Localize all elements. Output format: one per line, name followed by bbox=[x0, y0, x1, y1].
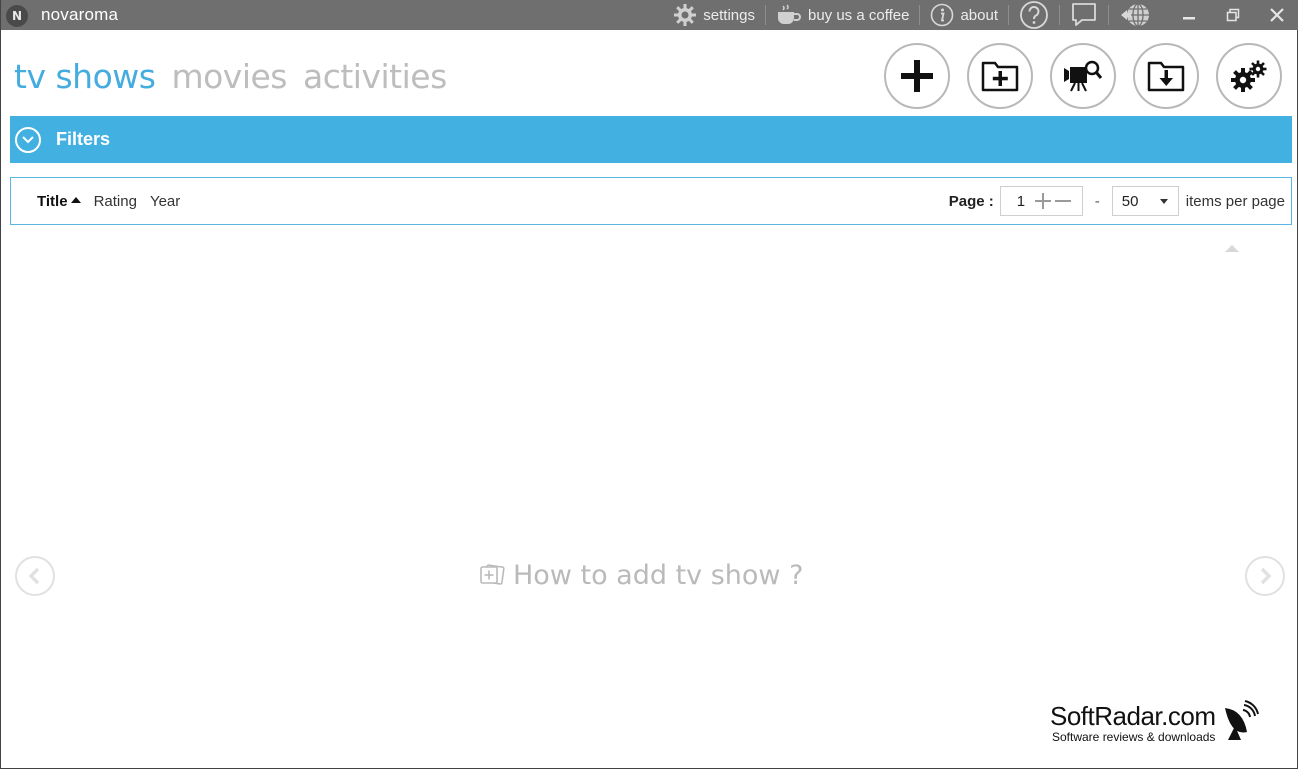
sort-rating-label: Rating bbox=[93, 192, 137, 210]
paging-separator: - bbox=[1094, 192, 1100, 210]
sort-title-label: Title bbox=[37, 192, 68, 210]
next-page-button[interactable] bbox=[1033, 187, 1053, 215]
minimize-button[interactable] bbox=[1167, 0, 1211, 30]
sort-by-title[interactable]: Title bbox=[37, 193, 81, 210]
main-nav: tv shows movies activities bbox=[14, 57, 447, 96]
add-button[interactable] bbox=[884, 43, 950, 109]
close-button[interactable] bbox=[1255, 0, 1298, 30]
items-per-page-select[interactable]: 50 bbox=[1111, 186, 1179, 216]
divider bbox=[1059, 5, 1060, 25]
watermark-name: SoftRadar.com bbox=[1050, 701, 1216, 731]
video-search-button[interactable] bbox=[1050, 43, 1116, 109]
how-to-add-label: How to add tv show ? bbox=[513, 560, 804, 591]
download-folder-icon bbox=[1147, 61, 1185, 92]
watermark: SoftRadar.com Software reviews & downloa… bbox=[1050, 700, 1260, 744]
filters-label: Filters bbox=[56, 129, 111, 149]
speech-bubble-icon bbox=[1072, 3, 1096, 26]
add-folder-button[interactable] bbox=[967, 43, 1033, 109]
add-media-icon bbox=[480, 563, 505, 585]
items-per-page-label: items per page bbox=[1185, 192, 1285, 210]
sort-year-label: Year bbox=[149, 192, 181, 210]
previous-page-button[interactable] bbox=[1053, 187, 1073, 215]
gears-icon bbox=[1231, 60, 1267, 92]
divider bbox=[1008, 5, 1009, 25]
toolbar bbox=[884, 43, 1282, 109]
sort-by-year[interactable]: Year bbox=[150, 193, 180, 210]
info-icon bbox=[931, 3, 954, 27]
minus-icon bbox=[1054, 200, 1071, 202]
title-actions: settings buy us a coffee about bbox=[673, 0, 1298, 30]
divider bbox=[764, 5, 766, 25]
coffee-cup-icon bbox=[777, 4, 801, 24]
restore-button[interactable] bbox=[1211, 0, 1255, 30]
about-link[interactable]: about bbox=[930, 3, 998, 27]
video-search-icon bbox=[1064, 60, 1103, 92]
page-stepper[interactable]: 1 bbox=[999, 186, 1083, 216]
how-to-add-link[interactable]: How to add tv show ? bbox=[479, 560, 803, 591]
filters-toggle[interactable]: Filters bbox=[10, 116, 1292, 163]
caret-down-icon bbox=[1159, 198, 1168, 204]
settings-label: settings bbox=[703, 6, 755, 24]
close-icon bbox=[1270, 8, 1284, 22]
nav-movies[interactable]: movies bbox=[171, 57, 287, 96]
add-folder-icon bbox=[981, 61, 1019, 92]
nav-tv-shows[interactable]: tv shows bbox=[14, 57, 156, 96]
satellite-dish-icon bbox=[1225, 700, 1260, 740]
chevron-down-icon bbox=[15, 126, 41, 153]
gear-icon bbox=[674, 4, 697, 26]
language-button[interactable] bbox=[1119, 1, 1153, 29]
title-bar[interactable]: N novaroma settings buy us a coffee abou… bbox=[1, 0, 1298, 30]
paging-controls: Page : 1 - 50 items per page bbox=[949, 178, 1285, 224]
globe-icon bbox=[1121, 3, 1149, 27]
settings-link[interactable]: settings bbox=[673, 3, 755, 27]
divider bbox=[1108, 5, 1109, 25]
buy-coffee-link[interactable]: buy us a coffee bbox=[776, 4, 909, 26]
items-per-page-value: 50 bbox=[1121, 192, 1139, 210]
divider bbox=[919, 5, 921, 25]
sort-paging-bar: Title Rating Year Page : 1 - 50 items pe… bbox=[10, 177, 1292, 225]
advanced-settings-button[interactable] bbox=[1216, 43, 1282, 109]
next-arrow-button[interactable] bbox=[1245, 556, 1285, 596]
minimize-icon bbox=[1183, 17, 1195, 20]
sort-options: Title Rating Year bbox=[37, 178, 180, 224]
watermark-subtitle: Software reviews & downloads bbox=[1052, 730, 1216, 744]
plus-icon bbox=[1034, 193, 1051, 209]
restore-icon bbox=[1226, 8, 1240, 22]
chevron-left-icon bbox=[28, 567, 40, 585]
chevron-right-icon bbox=[1260, 567, 1272, 585]
app-window: N novaroma settings buy us a coffee abou… bbox=[0, 0, 1298, 769]
sort-by-rating[interactable]: Rating bbox=[94, 193, 137, 210]
plus-icon bbox=[901, 60, 933, 92]
app-logo-icon: N bbox=[6, 5, 28, 27]
app-title: novaroma bbox=[41, 5, 119, 24]
watermark-text: SoftRadar.com Software reviews & downloa… bbox=[1050, 701, 1216, 744]
help-button[interactable] bbox=[1019, 0, 1049, 30]
page-number[interactable]: 1 bbox=[1017, 193, 1033, 210]
page-label: Page : bbox=[948, 192, 994, 210]
nav-activities[interactable]: activities bbox=[303, 57, 447, 96]
help-icon bbox=[1020, 1, 1048, 29]
feedback-button[interactable] bbox=[1070, 2, 1098, 28]
previous-arrow-button[interactable] bbox=[15, 556, 55, 596]
download-folder-button[interactable] bbox=[1133, 43, 1199, 109]
about-label: about bbox=[960, 6, 998, 24]
coffee-label: buy us a coffee bbox=[807, 6, 910, 24]
scroll-up-arrow-icon[interactable] bbox=[1225, 245, 1239, 252]
sort-ascending-icon bbox=[70, 197, 81, 203]
